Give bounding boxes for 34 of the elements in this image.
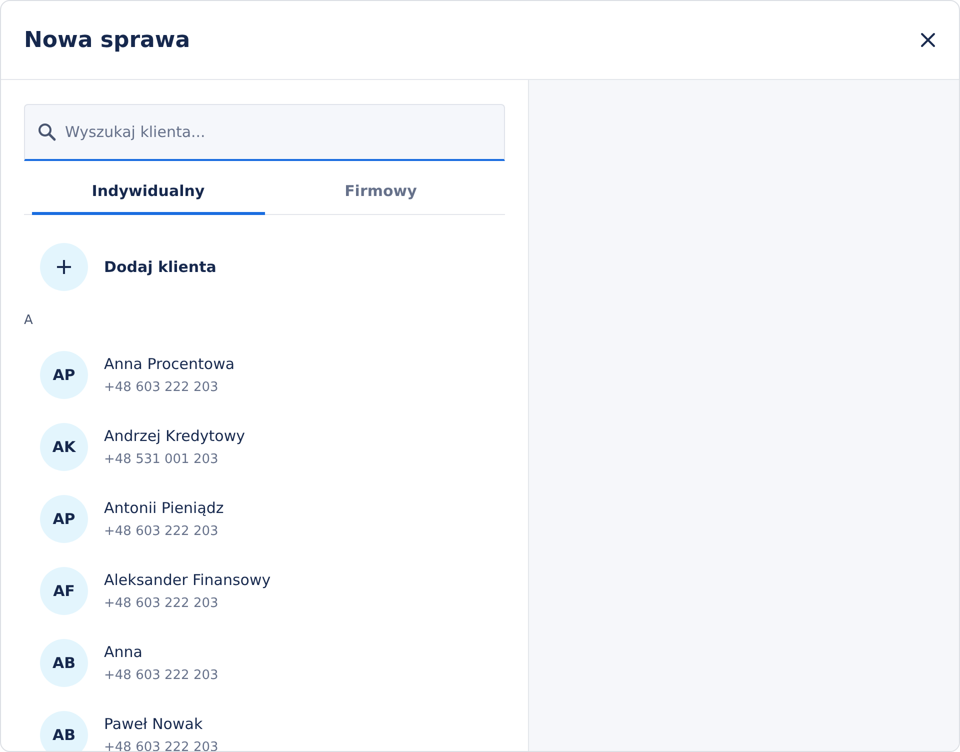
contact-item[interactable]: AP Anna Procentowa +48 603 222 203 [24, 351, 505, 399]
contact-item[interactable]: AK Andrzej Kredytowy +48 531 001 203 [24, 423, 505, 471]
contact-phone: +48 603 222 203 [104, 596, 220, 612]
add-client-label: Dodaj klienta [104, 258, 216, 276]
contact-name: Anna [104, 642, 144, 662]
section-letter: A [24, 313, 34, 329]
avatar-initials: AB [40, 711, 88, 751]
contact-phone: +48 603 222 203 [104, 380, 220, 396]
avatar-initials: AF [40, 567, 88, 615]
close-icon[interactable] [920, 32, 936, 48]
avatar-initials: AK [40, 423, 88, 471]
contact-name: Paweł Nowak [104, 714, 204, 734]
contact-name: Aleksander Finansowy [104, 570, 271, 590]
contact-name: Andrzej Kredytowy [104, 426, 245, 446]
contact-name: Antonii Pieniądz [104, 498, 224, 518]
contact-phone: +48 603 222 203 [104, 668, 218, 684]
contact-item[interactable]: AB Paweł Nowak +48 603 222 203 [24, 711, 505, 751]
contact-name: Anna Procentowa [104, 354, 235, 374]
search-icon [37, 122, 57, 142]
avatar-initials: AB [40, 639, 88, 687]
avatar-initials: AP [40, 495, 88, 543]
tab[interactable]: Firmowy [264, 169, 497, 215]
add-client-button[interactable]: Dodaj klienta [24, 243, 505, 291]
contact-phone: +48 531 001 203 [104, 452, 220, 468]
avatar-initials: AP [40, 351, 88, 399]
contact-item[interactable]: AF Aleksander Finansowy +48 603 222 203 [24, 567, 505, 615]
plus-icon [40, 243, 88, 291]
search-field[interactable]: Wyszukaj klienta... [24, 104, 505, 161]
contact-item[interactable]: AB Anna +48 603 222 203 [24, 639, 505, 687]
dialog-title: Nowa sprawa [24, 28, 190, 52]
tab[interactable]: Indywidualny [32, 169, 264, 215]
contact-item[interactable]: AP Antonii Pieniądz +48 603 222 203 [24, 495, 505, 543]
contact-phone: +48 603 222 203 [104, 740, 218, 751]
contact-phone: +48 603 222 203 [104, 524, 220, 540]
